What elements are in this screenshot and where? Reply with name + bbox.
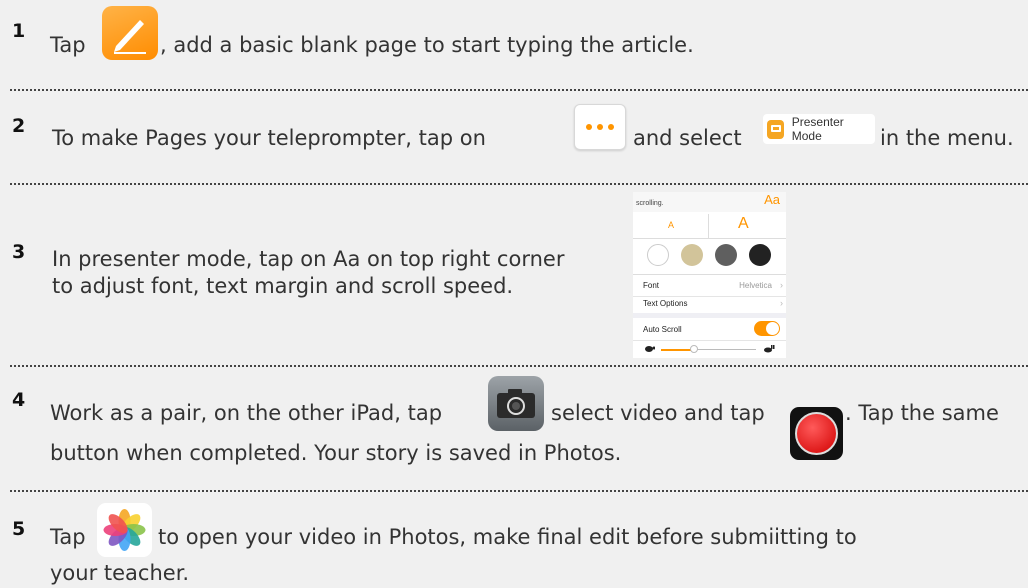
rabbit-icon	[764, 345, 775, 353]
step-2-number: 2	[12, 115, 26, 137]
divider	[10, 89, 1028, 91]
step-1-number: 1	[12, 20, 26, 42]
step-4-number: 4	[12, 389, 26, 411]
presenter-settings-panel: scrolling. Aa A A Font Helvetica › Text …	[633, 192, 786, 358]
panel-header-text: scrolling.	[636, 200, 664, 207]
text-options-row[interactable]: Text Options ›	[633, 294, 786, 314]
step-3-line-2: to adjust font, text margin and scroll s…	[52, 274, 514, 298]
auto-scroll-label: Auto Scroll	[643, 325, 682, 334]
record-icon	[790, 407, 843, 460]
theme-color-row	[633, 238, 786, 275]
font-label: Font	[643, 281, 660, 290]
font-size-decrease-button[interactable]: A	[668, 220, 674, 230]
divider	[10, 365, 1028, 367]
theme-white-swatch[interactable]	[647, 244, 669, 266]
font-size-increase-button[interactable]: A	[738, 215, 749, 233]
slider-fill	[661, 349, 695, 351]
step-5-line-1-before: Tap	[50, 525, 86, 549]
step-4-line-1-after: . Tap the same	[845, 401, 999, 425]
step-4-line-1-middle: select video and tap	[551, 401, 765, 425]
scroll-speed-slider[interactable]	[633, 341, 786, 357]
text-options-label: Text Options	[643, 299, 688, 308]
step-1-text-before: Tap	[50, 33, 86, 57]
photos-app-icon	[97, 503, 152, 557]
divider	[10, 490, 1028, 492]
theme-sepia-swatch[interactable]	[681, 244, 703, 266]
theme-black-swatch[interactable]	[749, 244, 771, 266]
step-2-text-after: in the menu.	[880, 126, 1014, 150]
step-4-line-2: button when completed. Your story is sav…	[50, 441, 622, 465]
auto-scroll-toggle[interactable]	[754, 321, 780, 336]
aa-button[interactable]: Aa	[764, 192, 780, 207]
camera-app-icon	[488, 376, 544, 431]
step-2-text-middle: and select	[633, 126, 742, 150]
slider-knob[interactable]	[690, 345, 699, 353]
pages-app-icon	[102, 6, 158, 60]
presenter-mode-chip: Presenter Mode	[763, 114, 875, 144]
auto-scroll-row: Auto Scroll	[633, 318, 786, 341]
divider	[10, 183, 1028, 185]
step-5-number: 5	[12, 518, 26, 540]
turtle-icon	[645, 346, 655, 352]
step-4-line-1-before: Work as a pair, on the other iPad, tap	[50, 401, 443, 425]
more-icon	[574, 104, 626, 150]
theme-gray-swatch[interactable]	[715, 244, 737, 266]
step-2-text-before: To make Pages your teleprompter, tap on	[52, 126, 486, 150]
panel-header: scrolling. Aa	[633, 192, 786, 212]
font-size-controls: A A	[633, 214, 786, 239]
chevron-right-icon: ›	[780, 298, 783, 308]
font-value: Helvetica	[739, 281, 772, 290]
presenter-mode-label: Presenter Mode	[791, 115, 844, 143]
step-3-line-1: In presenter mode, tap on Aa on top righ…	[52, 247, 565, 271]
step-1-text-after: , add a basic blank page to start typing…	[160, 33, 694, 57]
size-divider	[708, 214, 709, 238]
step-5-line-2: your teacher.	[50, 561, 190, 585]
chevron-right-icon: ›	[780, 280, 783, 290]
presenter-mode-icon	[767, 119, 784, 139]
step-5-line-1-after: to open your video in Photos, make final…	[158, 525, 857, 549]
step-3-number: 3	[12, 241, 26, 263]
